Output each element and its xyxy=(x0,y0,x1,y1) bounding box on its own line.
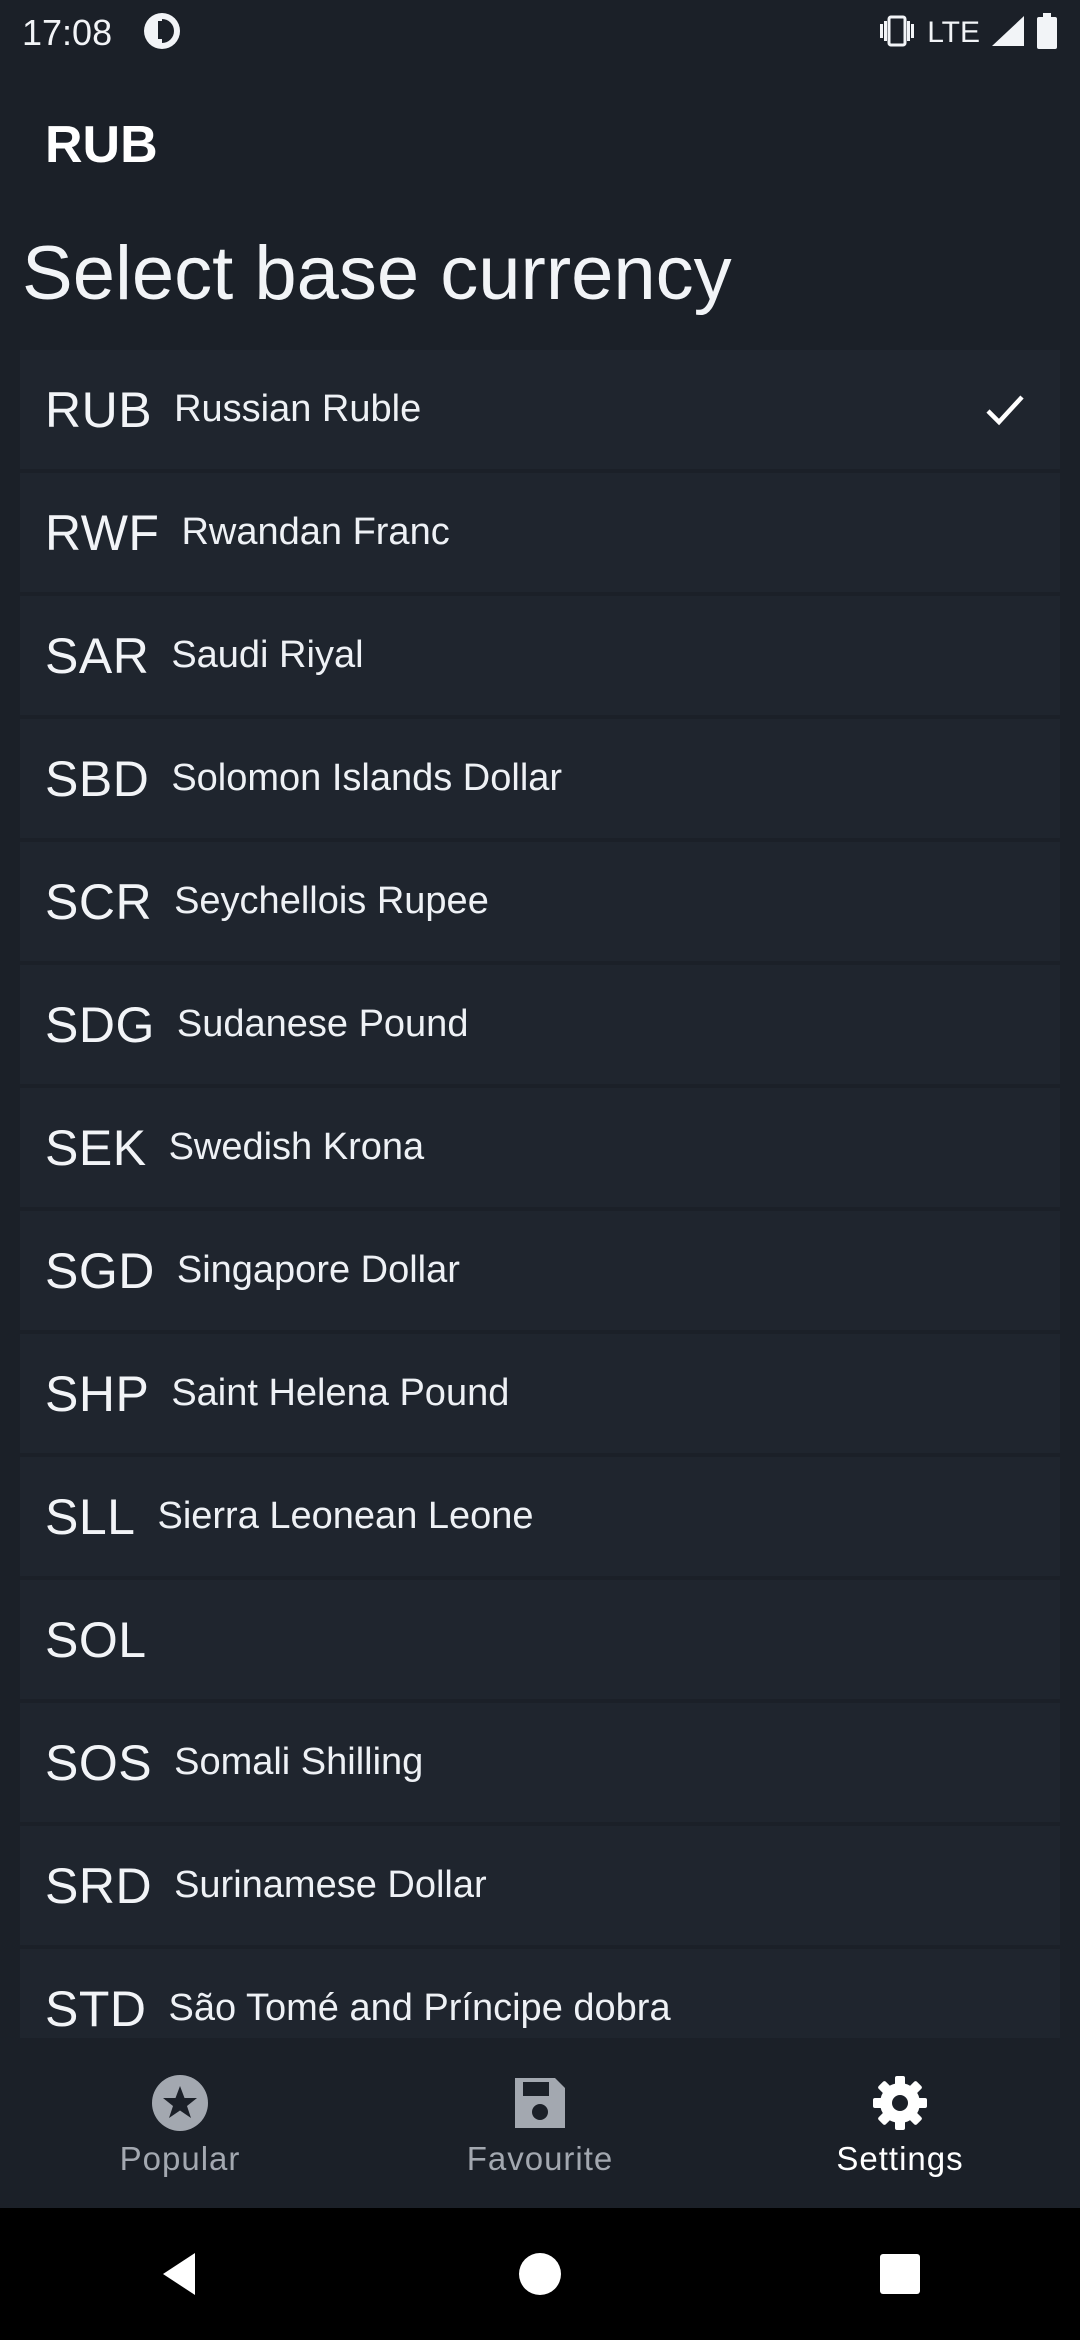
currency-row-sdg[interactable]: SDG Sudanese Pound xyxy=(20,965,1060,1084)
currency-name: Rwandan Franc xyxy=(181,511,450,553)
currency-code: SHP xyxy=(45,1365,150,1422)
check-icon xyxy=(986,394,1024,425)
currency-name: Swedish Krona xyxy=(168,1126,425,1168)
currency-row-sek[interactable]: SEK Swedish Krona xyxy=(20,1088,1060,1207)
nav-item-popular[interactable]: Popular xyxy=(0,2038,360,2208)
gear-icon xyxy=(869,2072,931,2134)
currency-row-sgd[interactable]: SGD Singapore Dollar xyxy=(20,1211,1060,1330)
currency-code: SCR xyxy=(45,873,153,930)
currency-name: Saudi Riyal xyxy=(171,634,364,676)
page-title: Select base currency xyxy=(22,231,732,316)
currency-code: RUB xyxy=(45,381,153,438)
nav-label-favourite: Favourite xyxy=(466,2140,614,2177)
recents-icon xyxy=(880,2254,920,2294)
nav-item-settings[interactable]: Settings xyxy=(720,2038,1080,2208)
screen: 17:08 LTE RUB Select base currency RUB R… xyxy=(0,0,1080,2340)
currency-name: Saint Helena Pound xyxy=(171,1372,510,1414)
currency-code: SGD xyxy=(45,1242,155,1299)
currency-code: RWF xyxy=(45,504,160,561)
app-notification-icon xyxy=(142,11,182,56)
currency-code: SEK xyxy=(45,1119,147,1176)
app-bar: RUB xyxy=(0,100,1080,190)
system-navigation-bar xyxy=(0,2208,1080,2340)
currency-row-rub[interactable]: RUB Russian Ruble xyxy=(20,350,1060,469)
currency-row-std[interactable]: STD São Tomé and Príncipe dobra xyxy=(20,1949,1060,2038)
currency-row-scr[interactable]: SCR Seychellois Rupee xyxy=(20,842,1060,961)
currency-row-sos[interactable]: SOS Somali Shilling xyxy=(20,1703,1060,1822)
signal-icon xyxy=(990,14,1026,53)
bottom-navigation: Popular Favourite Settings xyxy=(0,2038,1080,2208)
currency-name: Seychellois Rupee xyxy=(174,880,489,922)
status-left: 17:08 xyxy=(22,11,182,56)
battery-icon xyxy=(1036,12,1058,54)
network-type: LTE xyxy=(927,16,980,49)
currency-code: SOS xyxy=(45,1734,153,1791)
status-bar: 17:08 LTE xyxy=(0,0,1080,66)
currency-row-sll[interactable]: SLL Sierra Leonean Leone xyxy=(20,1457,1060,1576)
currency-row-shp[interactable]: SHP Saint Helena Pound xyxy=(20,1334,1060,1453)
status-time: 17:08 xyxy=(22,12,113,53)
back-icon xyxy=(163,2253,195,2295)
currency-name: Singapore Dollar xyxy=(176,1249,460,1291)
nav-item-favourite[interactable]: Favourite xyxy=(360,2038,720,2208)
currency-row-sbd[interactable]: SBD Solomon Islands Dollar xyxy=(20,719,1060,838)
currency-name: Sierra Leonean Leone xyxy=(157,1495,534,1537)
home-icon xyxy=(519,2253,561,2295)
home-button[interactable] xyxy=(495,2229,585,2319)
vibrate-icon xyxy=(877,14,917,53)
currency-row-sar[interactable]: SAR Saudi Riyal xyxy=(20,596,1060,715)
currency-row-rwf[interactable]: RWF Rwandan Franc xyxy=(20,473,1060,592)
currency-name: Somali Shilling xyxy=(174,1741,424,1783)
currency-code: SAR xyxy=(45,627,150,684)
recents-button[interactable] xyxy=(855,2229,945,2319)
save-icon xyxy=(509,2072,571,2134)
currency-list[interactable]: RUB Russian Ruble RWF Rwandan Franc SAR Saudi… xyxy=(20,350,1060,2038)
currency-name: Sudanese Pound xyxy=(176,1003,469,1045)
back-button[interactable] xyxy=(135,2229,225,2319)
currency-code: STD xyxy=(45,1980,147,2037)
nav-label-popular: Popular xyxy=(119,2140,241,2177)
currency-code: SDG xyxy=(45,996,155,1053)
currency-code: SBD xyxy=(45,750,150,807)
nav-label-settings: Settings xyxy=(836,2140,964,2177)
currency-name: Surinamese Dollar xyxy=(174,1864,487,1906)
currency-name: Solomon Islands Dollar xyxy=(171,757,563,799)
status-right: LTE xyxy=(877,12,1058,54)
currency-name: Russian Ruble xyxy=(174,388,422,430)
currency-code: SLL xyxy=(45,1488,136,1545)
app-title: RUB xyxy=(45,116,158,174)
currency-row-sol[interactable]: SOL xyxy=(20,1580,1060,1699)
currency-code: SRD xyxy=(45,1857,153,1914)
currency-name: São Tomé and Príncipe dobra xyxy=(168,1987,671,2029)
star-icon xyxy=(149,2072,211,2134)
currency-row-srd[interactable]: SRD Surinamese Dollar xyxy=(20,1826,1060,1945)
currency-code: SOL xyxy=(45,1611,147,1668)
